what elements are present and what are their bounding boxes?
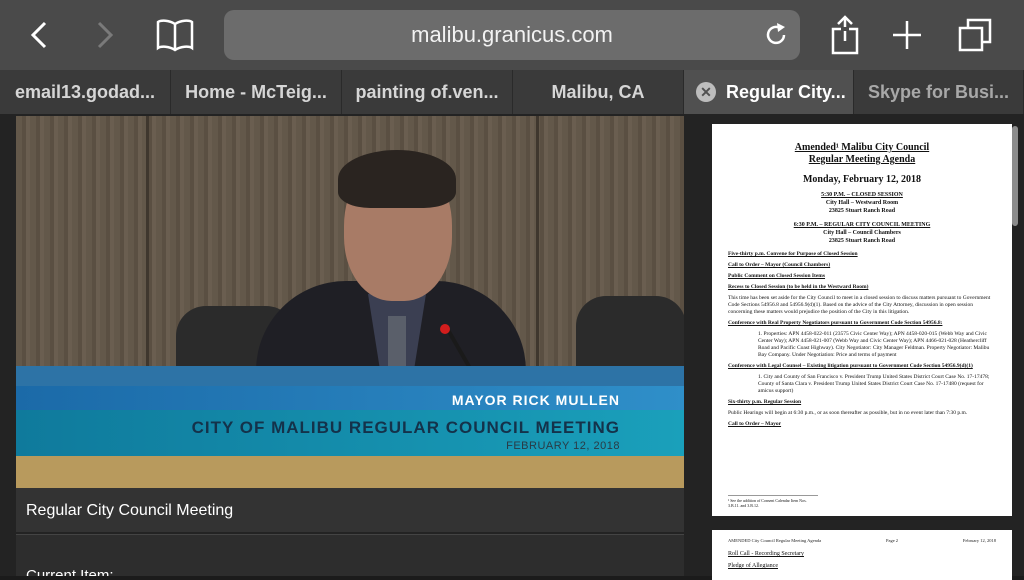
agenda-document-page-2[interactable]: AMENDED City Council Regular Meeting Age… (712, 530, 1012, 580)
tab-label: Malibu, CA (551, 81, 645, 102)
tab-label: painting of.ven... (355, 81, 499, 102)
new-tab-icon[interactable] (884, 12, 930, 58)
forward-icon[interactable] (82, 12, 128, 58)
regular-session-location: City Hall – Council Chambers (823, 230, 901, 236)
tab-label: Skype for Busi... (867, 81, 1010, 102)
page-2-header: AMENDED City Council Regular Meeting Age… (728, 538, 996, 543)
regular-session-address: 23825 Stuart Ranch Road (828, 238, 896, 244)
agenda-item: Conference with Real Property Negotiator… (728, 320, 943, 326)
agenda-item: Call to Order – Mayor (728, 421, 782, 427)
url-text: malibu.granicus.com (411, 22, 613, 47)
agenda-item: Conference with Legal Counsel – Existing… (728, 363, 973, 369)
tab-home-mcteig[interactable]: Home - McTeig... (171, 70, 342, 114)
current-item-label: Current Item: (16, 534, 684, 576)
tab-malibu[interactable]: Malibu, CA (513, 70, 684, 114)
tab-label: Regular City... (726, 81, 846, 102)
closed-session-time: 5:30 P.M. – CLOSED SESSION (821, 192, 903, 198)
tab-label: Home - McTeig... (185, 81, 327, 102)
video-player[interactable]: MAYOR RICK MULLEN CITY OF MALIBU REGULAR… (16, 116, 684, 488)
page-content: MAYOR RICK MULLEN CITY OF MALIBU REGULAR… (0, 114, 1024, 580)
speaker-name: MAYOR RICK MULLEN (451, 392, 620, 408)
back-icon[interactable] (16, 12, 62, 58)
closed-session-location: City Hall – Westward Room (825, 200, 899, 206)
tab-label: email13.godad... (14, 81, 156, 102)
browser-toolbar: malibu.granicus.com (0, 0, 1024, 70)
page-2-header-left: AMENDED City Council Regular Meeting Age… (728, 538, 822, 543)
regular-session-time: 6:30 P.M. – REGULAR CITY COUNCIL MEETING (793, 222, 931, 228)
reload-icon[interactable] (762, 21, 790, 49)
agenda-item-text: 1. City and County of San Francisco v. P… (758, 374, 990, 394)
document-scrollbar[interactable] (1012, 126, 1018, 226)
lower-third-banner: MAYOR RICK MULLEN CITY OF MALIBU REGULAR… (16, 366, 684, 456)
page-2-header-date: February 12, 2018 (962, 538, 996, 543)
agenda-title-line2: Regular Meeting Agenda (808, 154, 916, 165)
close-tab-icon[interactable]: ✕ (696, 82, 716, 102)
agenda-item: Call to Order – Mayor (Council Chambers) (728, 262, 831, 268)
agenda-title-line1: Amended¹ Malibu City Council (794, 142, 930, 153)
page-2-header-page: Page 2 (885, 538, 899, 543)
agenda-footnote: ¹ See the addition of Consent Calendar I… (728, 495, 818, 508)
meeting-title: CITY OF MALIBU REGULAR COUNCIL MEETING (191, 418, 620, 437)
tab-email[interactable]: email13.godad... (0, 70, 171, 114)
meeting-date: FEBRUARY 12, 2018 (506, 440, 620, 452)
agenda-item-text: 1. Properties: APN 4458-022-011 (23575 C… (758, 331, 990, 358)
tab-painting[interactable]: painting of.ven... (342, 70, 513, 114)
closed-session-address: 23825 Stuart Ranch Road (828, 208, 896, 214)
bookmarks-icon[interactable] (152, 12, 198, 58)
agenda-item: Six-thirty p.m. Regular Session (728, 399, 802, 405)
agenda-item-text: Public Hearings will begin at 6:30 p.m.,… (728, 410, 968, 416)
agenda-item: Public Comment on Closed Session Items (728, 273, 826, 279)
tab-skype[interactable]: Skype for Busi... (854, 70, 1024, 114)
desk (16, 456, 684, 488)
agenda-date: Monday, February 12, 2018 (802, 174, 922, 185)
agenda-item: Five-thirty p.m. Convene for Purpose of … (728, 251, 858, 257)
share-icon[interactable] (822, 12, 868, 58)
agenda-item-text: This time has been set aside for the Cit… (728, 295, 991, 315)
agenda-item: Pledge of Allegiance (728, 563, 778, 569)
tabs-icon[interactable] (952, 12, 998, 58)
tab-regular-city[interactable]: ✕ Regular City... (684, 70, 854, 114)
speaker-hair (338, 150, 456, 208)
agenda-item: Recess to Closed Session (to be held in … (728, 284, 869, 290)
agenda-document-page-1[interactable]: Amended¹ Malibu City Council Regular Mee… (712, 124, 1012, 516)
agenda-item: Roll Call - Recording Secretary (728, 551, 804, 557)
tab-bar: email13.godad... Home - McTeig... painti… (0, 70, 1024, 114)
video-caption: Regular City Council Meeting (16, 488, 684, 532)
microphone-icon (440, 324, 450, 334)
address-bar[interactable]: malibu.granicus.com (224, 10, 800, 60)
